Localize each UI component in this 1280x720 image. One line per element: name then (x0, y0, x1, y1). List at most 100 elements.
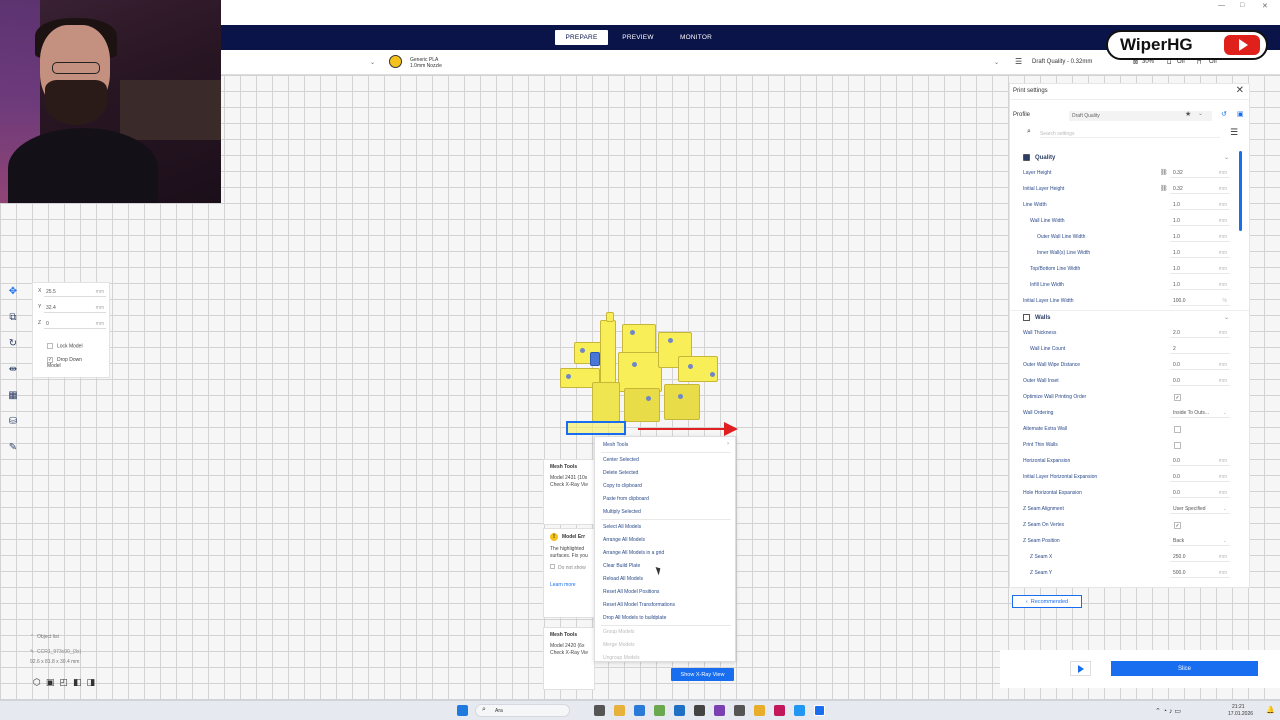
setting-input[interactable]: 0.0 mm (1170, 377, 1230, 386)
setting-input[interactable]: 1.0 mm (1170, 201, 1230, 210)
view-left-icon[interactable]: ◧ (73, 677, 82, 687)
profile-summary[interactable]: Draft Quality - 0.32mm (1032, 59, 1092, 65)
view-front-icon[interactable]: ▣ (46, 677, 55, 687)
z-position-field[interactable]: Z 0 mm (38, 320, 106, 330)
material-icon[interactable] (389, 55, 402, 68)
setting-input[interactable]: 0.0 mm (1170, 361, 1230, 370)
close-icon[interactable]: ✕ (1236, 85, 1244, 96)
minimize-button[interactable]: — (1218, 2, 1225, 9)
setting-input[interactable]: 0.32 mm (1170, 185, 1230, 194)
setting-checkbox[interactable] (1174, 442, 1181, 449)
chevron-down-icon[interactable]: ⌄ (1224, 154, 1229, 161)
ctx-reload-all[interactable]: Reload All Models (603, 576, 643, 582)
model-group[interactable] (560, 312, 730, 436)
y-position-field[interactable]: Y 32.4 mm (38, 304, 106, 314)
app-icon[interactable] (674, 705, 685, 716)
print-settings-icon[interactable]: ☰ (1015, 57, 1022, 66)
clock-date[interactable]: 17.01.2026 (1228, 711, 1253, 717)
setting-select[interactable]: Back ⌄ (1170, 537, 1230, 546)
mirror-tool-icon[interactable]: ⇹ (6, 363, 20, 377)
settings-menu-icon[interactable]: ☰ (1230, 127, 1238, 138)
setting-checkbox[interactable]: ✓ (1174, 522, 1181, 529)
link-icon[interactable]: ⛓ (1160, 185, 1168, 192)
file-explorer-icon[interactable] (614, 705, 625, 716)
drop-down-model-checkbox[interactable]: ✓ Drop Down Model (47, 357, 97, 369)
view-right-icon[interactable]: ◨ (86, 677, 95, 687)
search-settings-input[interactable]: Search settings (1040, 131, 1220, 138)
x-axis-handle[interactable] (638, 428, 728, 430)
lock-model-checkbox[interactable]: Lock Model (47, 343, 83, 349)
edit-icon[interactable]: ✎ (30, 649, 34, 655)
rotate-tool-icon[interactable]: ↻ (6, 337, 20, 351)
selected-model[interactable] (566, 421, 626, 435)
x-axis-arrow-icon[interactable] (724, 422, 738, 436)
view-3d-icon[interactable]: ⬡ (33, 677, 41, 687)
ctx-multiply-selected[interactable]: Multiply Selected (603, 509, 641, 515)
link-icon[interactable]: ⛓ (1160, 169, 1168, 176)
browser-icon[interactable] (634, 705, 645, 716)
chevron-down-icon[interactable]: ⌄ (1224, 314, 1229, 321)
slice-button[interactable]: Slice (1111, 661, 1258, 676)
category-walls[interactable]: Walls (1023, 314, 1050, 321)
setting-input[interactable]: 2.0 mm (1170, 329, 1230, 338)
setting-input[interactable]: 0.0 mm (1170, 489, 1230, 498)
app-icon[interactable] (654, 705, 665, 716)
reset-icon[interactable]: ↺ (1221, 110, 1227, 118)
setting-checkbox[interactable]: ✓ (1174, 394, 1181, 401)
save-icon[interactable]: ▣ (1237, 110, 1244, 118)
setting-input[interactable]: 0.0 mm (1170, 457, 1230, 466)
tab-preview[interactable]: PREVIEW (613, 30, 663, 45)
close-window-button[interactable]: ✕ (1262, 2, 1268, 10)
app-icon[interactable] (794, 705, 805, 716)
scale-tool-icon[interactable]: ⧉ (6, 311, 20, 325)
preview-play-button[interactable] (1070, 661, 1091, 676)
ctx-ungroup-models[interactable]: Ungroup Models (603, 655, 640, 661)
ctx-group-models[interactable]: Group Models (603, 629, 634, 635)
setting-input[interactable]: 0.32 mm (1170, 169, 1230, 178)
taskbar-search[interactable]: ⌕ Ara (475, 704, 570, 717)
printer-dropdown-chevron-icon[interactable]: ⌄ (370, 59, 375, 66)
tab-monitor[interactable]: MONITOR (671, 30, 721, 45)
category-quality[interactable]: Quality (1023, 154, 1055, 161)
object-list-header[interactable]: ⌃ Object list (30, 634, 81, 641)
setting-input[interactable]: 1.0 mm (1170, 281, 1230, 290)
move-tool-icon[interactable]: ✥ (6, 285, 20, 299)
app-icon[interactable] (774, 705, 785, 716)
do-not-show-checkbox[interactable]: Do not show (550, 564, 588, 572)
setting-input[interactable]: 250.0 mm (1170, 553, 1230, 562)
ctx-drop-all[interactable]: Drop All Models to buildplate (603, 615, 666, 621)
measure-tool-icon[interactable]: ✎ (6, 441, 20, 455)
material-selector[interactable]: Generic PLA 1.0mm Nozzle (410, 57, 442, 69)
setting-input[interactable]: 500.0 mm (1170, 569, 1230, 578)
ctx-paste[interactable]: Paste from clipboard (603, 496, 649, 502)
view-top-icon[interactable]: ◰ (59, 677, 68, 687)
recommended-button[interactable]: ‹ Recommended (1012, 595, 1082, 608)
tab-prepare[interactable]: PREPARE (555, 30, 608, 45)
ctx-select-all[interactable]: Select All Models (603, 524, 641, 530)
ctx-mesh-tools[interactable]: Mesh Tools (603, 442, 628, 448)
chevron-down-icon[interactable]: ⌄ (1198, 110, 1203, 117)
clock-time[interactable]: 21:21 (1232, 704, 1245, 710)
settings-icon[interactable] (734, 705, 745, 716)
setting-select[interactable]: User Specified ⌄ (1170, 505, 1230, 514)
start-icon[interactable] (457, 705, 468, 716)
setting-input[interactable]: 1.0 mm (1170, 217, 1230, 226)
ctx-delete-selected[interactable]: Delete Selected (603, 470, 638, 476)
ctx-reset-positions[interactable]: Reset All Model Positions (603, 589, 659, 595)
material-dropdown-chevron-icon[interactable]: ⌄ (994, 59, 999, 66)
maximize-button[interactable]: □ (1240, 2, 1244, 9)
setting-input[interactable]: 1.0 mm (1170, 249, 1230, 258)
task-view-icon[interactable] (594, 705, 605, 716)
app-icon[interactable] (714, 705, 725, 716)
ctx-clear-build-plate[interactable]: Clear Build Plate (603, 563, 640, 569)
settings-scrollbar[interactable] (1239, 151, 1242, 231)
star-icon[interactable]: ★ (1185, 110, 1191, 118)
notification-icon[interactable]: 🔔 (1266, 706, 1275, 714)
ctx-arrange-all[interactable]: Arrange All Models (603, 537, 645, 543)
setting-input[interactable]: 1.0 mm (1170, 233, 1230, 242)
ctx-center-selected[interactable]: Center Selected (603, 457, 639, 463)
cura-app-icon[interactable] (814, 705, 825, 716)
learn-more-link[interactable]: Learn more (550, 582, 588, 589)
ctx-merge-models[interactable]: Merge Models (603, 642, 635, 648)
setting-input[interactable]: 0.0 mm (1170, 473, 1230, 482)
